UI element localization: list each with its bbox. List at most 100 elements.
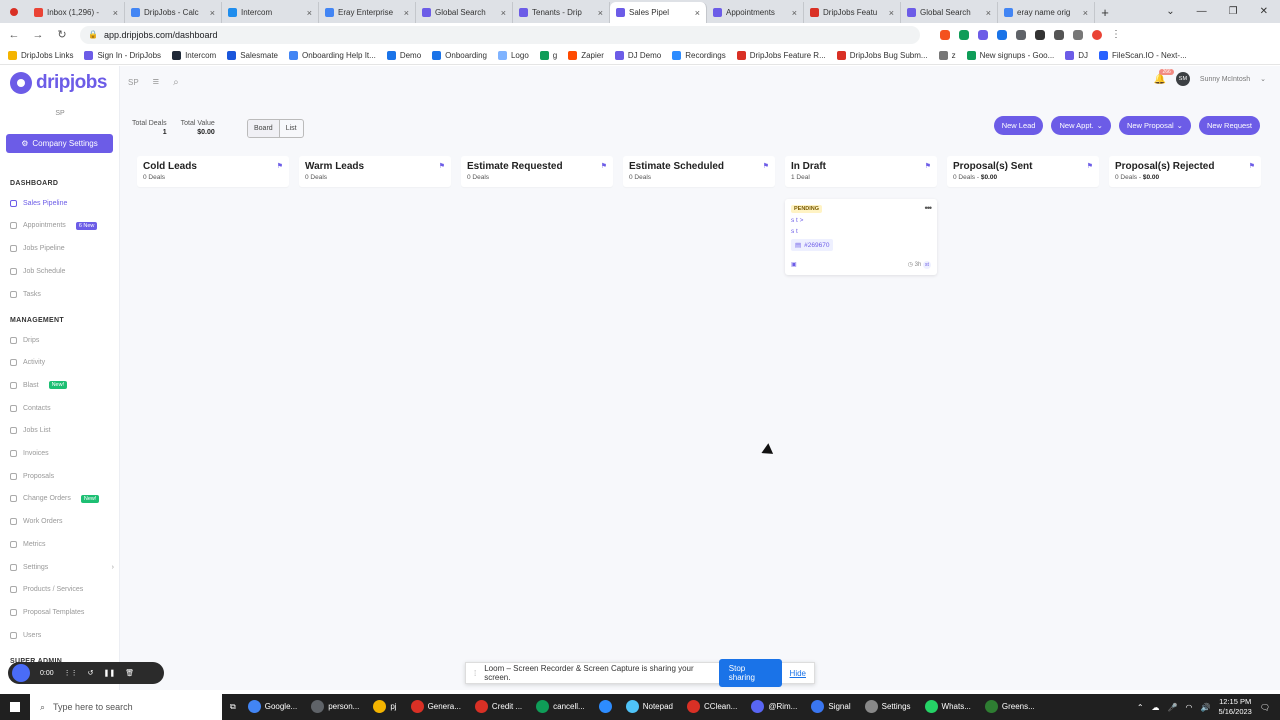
sidebar-item[interactable]: Invoices [10, 448, 114, 460]
bell-icon[interactable]: 🔔 266 [1153, 68, 1174, 85]
taskbar-app[interactable]: Whats... [919, 694, 977, 720]
more-options-icon[interactable]: ••• [925, 203, 933, 213]
drag-handle-icon[interactable]: ⁞ [474, 669, 476, 678]
taskbar-app[interactable]: Credit ... [469, 694, 528, 720]
wifi-icon[interactable]: ◠ [1186, 703, 1193, 712]
volume-icon[interactable]: 🔊 [1201, 703, 1211, 712]
chevron-down-icon[interactable]: ⌄ [1260, 75, 1266, 83]
company-settings-button[interactable]: ⚙ Company Settings [6, 134, 113, 153]
list-view-button[interactable]: List [280, 120, 303, 137]
taskbar-app[interactable]: cancell... [530, 694, 591, 720]
extension-icon[interactable] [959, 29, 969, 40]
bookmark-item[interactable]: Salesmate [227, 50, 278, 60]
sidebar-item[interactable]: Contacts [10, 402, 114, 414]
pause-icon[interactable]: ❚❚ [104, 669, 116, 677]
bookmark-item[interactable]: DJ [1065, 50, 1088, 60]
bookmark-item[interactable]: Sign In - DripJobs [84, 50, 161, 60]
taskbar-app[interactable]: Greens... [979, 694, 1041, 720]
taskbar-app[interactable] [593, 694, 618, 720]
bookmark-item[interactable]: New signups - Goo... [966, 50, 1054, 60]
browser-tab[interactable]: Tenants - Drip × [513, 2, 610, 23]
bookmark-item[interactable]: Intercom [172, 50, 216, 60]
column-header[interactable]: Estimate Requested 0 Deals ⚑ [461, 156, 613, 187]
sidebar-item[interactable]: Appointments 6 New [10, 220, 114, 232]
sidebar-item[interactable]: Activity [10, 357, 114, 369]
reading-list-icon[interactable] [1054, 29, 1064, 40]
reload-icon[interactable]: ↻ [56, 28, 68, 41]
close-tab-icon[interactable]: × [501, 8, 506, 18]
browser-tab[interactable]: Global Search × [416, 2, 513, 23]
close-tab-icon[interactable]: × [792, 8, 797, 18]
new-proposal-button[interactable]: New Proposal ⌄ [1118, 116, 1191, 135]
bookmark-item[interactable]: DripJobs Feature R... [736, 50, 826, 60]
bookmark-item[interactable]: Logo [497, 50, 529, 60]
sidebar-item[interactable]: Sales Pipeline [10, 197, 114, 209]
flag-icon[interactable]: ⚑ [925, 162, 931, 170]
logo[interactable]: dripjobs [10, 72, 107, 94]
avatar[interactable]: SM [1175, 72, 1190, 86]
close-tab-icon[interactable]: × [307, 8, 312, 18]
extension-icon[interactable] [940, 29, 950, 40]
taskbar-app[interactable]: Notepad [620, 694, 679, 720]
new-lead-button[interactable]: New Lead [993, 116, 1044, 135]
sidebar-item[interactable]: Proposal Templates [10, 606, 114, 618]
deal-id-chip[interactable]: ▤ #269670 [791, 239, 834, 251]
taskbar-app[interactable]: pj [367, 694, 402, 720]
sidebar-item[interactable]: Products / Services [10, 584, 114, 596]
flag-icon[interactable]: ⚑ [1087, 162, 1093, 170]
sidebar-item[interactable]: Proposals [10, 470, 114, 482]
flag-icon[interactable]: ⚑ [439, 162, 445, 170]
bookmark-item[interactable]: Onboarding [432, 50, 487, 60]
bookmark-item[interactable]: g [539, 50, 557, 60]
taskbar-app[interactable]: @Rim... [745, 694, 803, 720]
flag-icon[interactable]: ⚑ [601, 162, 607, 170]
browser-tab[interactable]: Sales Pipel × [610, 2, 707, 23]
menu-dots-icon[interactable]: ⋮ [1111, 29, 1121, 40]
browser-tab[interactable]: Eray Enterprise × [319, 2, 416, 23]
side-panel-icon[interactable] [1073, 29, 1083, 40]
close-tab-icon[interactable]: × [1083, 8, 1088, 18]
extension-icon[interactable] [997, 29, 1007, 40]
tray-chevron-icon[interactable]: ⌃ [1137, 703, 1144, 712]
taskbar-app[interactable]: Google... [242, 694, 303, 720]
bookmark-item[interactable]: DJ Demo [614, 50, 661, 60]
new-tab-button[interactable]: + [1095, 2, 1115, 23]
grid-icon[interactable]: ⋮⋮ [64, 669, 78, 677]
new-request-button[interactable]: New Request [1198, 116, 1260, 135]
sidebar-item[interactable]: Users [10, 629, 114, 641]
browser-tab[interactable]: DripJobs - Calc × [125, 2, 222, 23]
extension-icon[interactable] [978, 29, 988, 40]
close-tab-icon[interactable]: × [598, 8, 603, 18]
browser-tab[interactable]: Appointments × [707, 2, 804, 23]
taskbar-app[interactable]: CClean... [681, 694, 743, 720]
sidebar-item[interactable]: Work Orders [10, 516, 114, 528]
flag-icon[interactable]: ⚑ [1249, 162, 1255, 170]
forward-icon[interactable]: → [32, 29, 44, 41]
profile-icon[interactable] [1092, 29, 1102, 40]
deal-card[interactable]: PENDING ••• s t > s t ▤ #269670 ▣ ◷ 3h st [785, 199, 937, 275]
close-tab-icon[interactable]: × [695, 8, 700, 18]
sidebar-item[interactable]: Metrics [10, 538, 114, 550]
puzzle-icon[interactable] [1035, 29, 1045, 40]
taskbar-app[interactable]: Signal [805, 694, 856, 720]
browser-tab[interactable]: Inbox (1,296) - × [28, 2, 125, 23]
column-header[interactable]: Proposal(s) Rejected 0 Deals - $0.00 ⚑ [1109, 156, 1261, 187]
bookmark-item[interactable]: DripJobs Links [8, 50, 73, 60]
close-tab-icon[interactable]: × [404, 8, 409, 18]
restart-icon[interactable]: ↺ [88, 669, 94, 677]
sidebar-item[interactable]: Jobs Pipeline [10, 243, 114, 255]
deal-title[interactable]: s t > [791, 217, 931, 224]
back-icon[interactable]: ← [8, 29, 20, 41]
hamburger-icon[interactable]: ≡ [153, 76, 159, 88]
task-view-icon[interactable]: ⧉ [230, 702, 236, 712]
browser-tab[interactable]: eray name orig × [998, 2, 1095, 23]
user-name[interactable]: Sunny McIntosh [1200, 76, 1250, 83]
minimize-button[interactable]: — [1197, 6, 1207, 17]
sidebar-item[interactable]: Job Schedule [10, 265, 114, 277]
extension-icon[interactable] [1016, 29, 1026, 40]
sidebar-item[interactable]: Tasks [10, 288, 114, 300]
notifications-icon[interactable]: 🗨 [1260, 703, 1270, 712]
close-window-button[interactable]: ✕ [1260, 6, 1268, 17]
stop-sharing-button[interactable]: Stop sharing [718, 659, 782, 687]
hide-link[interactable]: Hide [790, 669, 806, 678]
